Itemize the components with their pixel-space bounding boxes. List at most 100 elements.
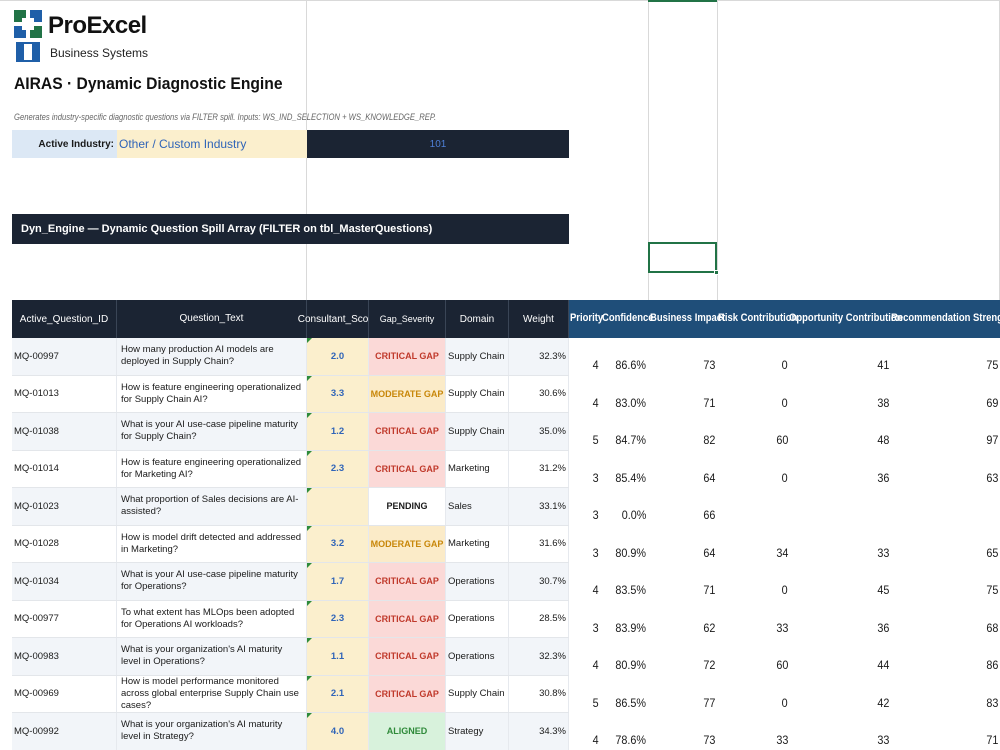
cell-risk-contribution[interactable]: 0 bbox=[782, 583, 788, 597]
cell-gap-severity[interactable]: CRITICAL GAP bbox=[369, 413, 446, 450]
cell-weight[interactable]: 31.2% bbox=[509, 450, 569, 487]
cell-question-text[interactable]: What is your AI use-case pipeline maturi… bbox=[117, 563, 307, 600]
cell-consultant-score[interactable]: 2.1 bbox=[307, 675, 369, 712]
metrics-row[interactable]: 4 78.6% 73 33 33 71 bbox=[569, 713, 1000, 750]
cell-gap-severity[interactable]: CRITICAL GAP bbox=[369, 675, 446, 712]
cell-business-impact[interactable]: 71 bbox=[703, 396, 715, 410]
cell-question-id[interactable]: MQ-00977 bbox=[12, 600, 117, 637]
cell-question-id[interactable]: MQ-00997 bbox=[12, 338, 117, 375]
cell-consultant-score[interactable]: 3.3 bbox=[307, 375, 369, 412]
cell-priority[interactable]: 5 bbox=[593, 433, 599, 447]
cell-priority[interactable]: 4 bbox=[593, 358, 599, 372]
cell-question-text[interactable]: To what extent has MLOps been adopted fo… bbox=[117, 600, 307, 637]
cell-gap-severity[interactable]: CRITICAL GAP bbox=[369, 600, 446, 637]
fill-handle[interactable] bbox=[714, 270, 719, 275]
cell-consultant-score[interactable]: 4.0 bbox=[307, 713, 369, 750]
cell-confidence[interactable]: 0.0% bbox=[621, 508, 646, 522]
cell-question-id[interactable]: MQ-00992 bbox=[12, 713, 117, 750]
metrics-row[interactable]: 4 86.6% 73 0 41 75 bbox=[569, 338, 1000, 376]
cell-priority[interactable]: 4 bbox=[593, 583, 599, 597]
metrics-row[interactable]: 3 80.9% 64 34 33 65 bbox=[569, 526, 1000, 564]
cell-opportunity-contribution[interactable]: 45 bbox=[877, 583, 889, 597]
cell-gap-severity[interactable]: MODERATE GAP bbox=[369, 525, 446, 562]
table-row[interactable]: MQ-00977 To what extent has MLOps been ad… bbox=[12, 600, 569, 638]
cell-risk-contribution[interactable]: 33 bbox=[776, 733, 788, 747]
header-recommendation-strength[interactable]: Recommendation Strength bbox=[891, 312, 1000, 324]
cell-priority[interactable]: 3 bbox=[593, 621, 599, 635]
cell-confidence[interactable]: 83.5% bbox=[615, 583, 646, 597]
cell-question-text[interactable]: What is your AI use-case pipeline maturi… bbox=[117, 413, 307, 450]
cell-recommendation-strength[interactable]: 97 bbox=[986, 433, 998, 447]
spill-array-banner[interactable]: Dyn_Engine — Dynamic Question Spill Arra… bbox=[12, 214, 569, 244]
cell-question-id[interactable]: MQ-00969 bbox=[12, 675, 117, 712]
cell-confidence[interactable]: 86.5% bbox=[615, 696, 646, 710]
cell-risk-contribution[interactable]: 0 bbox=[782, 358, 788, 372]
cell-gap-severity[interactable]: CRITICAL GAP bbox=[369, 638, 446, 675]
table-row[interactable]: MQ-00969 How is model performance monitor… bbox=[12, 675, 569, 713]
header-active-question-id[interactable]: Active_Question_ID bbox=[12, 300, 117, 338]
table-row[interactable]: MQ-01034 What is your AI use-case pipelin… bbox=[12, 563, 569, 601]
cell-priority[interactable]: 4 bbox=[593, 733, 599, 747]
cell-gap-severity[interactable]: CRITICAL GAP bbox=[369, 563, 446, 600]
cell-question-text[interactable]: How is feature engineering operationaliz… bbox=[117, 375, 307, 412]
cell-business-impact[interactable]: 64 bbox=[703, 546, 715, 560]
cell-opportunity-contribution[interactable]: 38 bbox=[877, 396, 889, 410]
cell-recommendation-strength[interactable]: 86 bbox=[986, 658, 998, 672]
header-domain[interactable]: Domain bbox=[446, 300, 509, 338]
metrics-row[interactable]: 3 85.4% 64 0 36 63 bbox=[569, 451, 1000, 489]
cell-opportunity-contribution[interactable]: 36 bbox=[877, 471, 889, 485]
metrics-row[interactable]: 3 0.0% 66 bbox=[569, 488, 1000, 526]
cell-risk-contribution[interactable]: 33 bbox=[776, 621, 788, 635]
cell-opportunity-contribution[interactable]: 42 bbox=[877, 696, 889, 710]
cell-opportunity-contribution[interactable]: 48 bbox=[877, 433, 889, 447]
cell-priority[interactable]: 3 bbox=[593, 508, 599, 522]
cell-business-impact[interactable]: 66 bbox=[703, 508, 715, 522]
cell-weight[interactable]: 34.3% bbox=[509, 713, 569, 750]
cell-domain[interactable]: Marketing bbox=[446, 450, 509, 487]
cell-domain[interactable]: Supply Chain bbox=[446, 413, 509, 450]
cell-priority[interactable]: 3 bbox=[593, 471, 599, 485]
active-industry-label[interactable]: Active Industry: bbox=[12, 130, 117, 158]
cell-risk-contribution[interactable]: 34 bbox=[776, 546, 788, 560]
cell-question-id[interactable]: MQ-01028 bbox=[12, 525, 117, 562]
cell-question-id[interactable]: MQ-01023 bbox=[12, 488, 117, 525]
cell-domain[interactable]: Sales bbox=[446, 488, 509, 525]
cell-recommendation-strength[interactable]: 63 bbox=[986, 471, 998, 485]
cell-risk-contribution[interactable]: 0 bbox=[782, 696, 788, 710]
cell-confidence[interactable]: 86.6% bbox=[615, 358, 646, 372]
table-row[interactable]: MQ-00983 What is your organization's AI m… bbox=[12, 638, 569, 676]
cell-confidence[interactable]: 80.9% bbox=[615, 546, 646, 560]
cell-business-impact[interactable]: 77 bbox=[703, 696, 715, 710]
cell-recommendation-strength[interactable]: 83 bbox=[986, 696, 998, 710]
cell-risk-contribution[interactable]: 0 bbox=[782, 396, 788, 410]
cell-confidence[interactable]: 83.9% bbox=[615, 621, 646, 635]
cell-question-id[interactable]: MQ-01038 bbox=[12, 413, 117, 450]
cell-business-impact[interactable]: 72 bbox=[703, 658, 715, 672]
cell-question-text[interactable]: What is your organization's AI maturity … bbox=[117, 713, 307, 750]
cell-domain[interactable]: Supply Chain bbox=[446, 375, 509, 412]
cell-priority[interactable]: 5 bbox=[593, 696, 599, 710]
cell-domain[interactable]: Supply Chain bbox=[446, 675, 509, 712]
cell-business-impact[interactable]: 82 bbox=[703, 433, 715, 447]
cell-question-id[interactable]: MQ-01013 bbox=[12, 375, 117, 412]
cell-recommendation-strength[interactable]: 65 bbox=[986, 546, 998, 560]
selected-cell[interactable] bbox=[648, 242, 719, 275]
cell-question-text[interactable]: How is model drift detected and addresse… bbox=[117, 525, 307, 562]
cell-question-text[interactable]: What proportion of Sales decisions are A… bbox=[117, 488, 307, 525]
cell-business-impact[interactable]: 71 bbox=[703, 583, 715, 597]
cell-gap-severity[interactable]: ALIGNED bbox=[369, 713, 446, 750]
cell-opportunity-contribution[interactable]: 33 bbox=[877, 546, 889, 560]
cell-consultant-score[interactable]: 2.3 bbox=[307, 600, 369, 637]
cell-consultant-score[interactable]: 1.1 bbox=[307, 638, 369, 675]
cell-recommendation-strength[interactable]: 75 bbox=[986, 583, 998, 597]
cell-risk-contribution[interactable]: 60 bbox=[776, 433, 788, 447]
metrics-row[interactable]: 5 86.5% 77 0 42 83 bbox=[569, 676, 1000, 714]
cell-gap-severity[interactable]: MODERATE GAP bbox=[369, 375, 446, 412]
table-row[interactable]: MQ-01023 What proportion of Sales decisio… bbox=[12, 488, 569, 526]
table-row[interactable]: MQ-00992 What is your organization's AI m… bbox=[12, 713, 569, 750]
cell-confidence[interactable]: 85.4% bbox=[615, 471, 646, 485]
cell-opportunity-contribution[interactable]: 36 bbox=[877, 621, 889, 635]
metrics-row[interactable]: 4 83.5% 71 0 45 75 bbox=[569, 563, 1000, 601]
cell-recommendation-strength[interactable]: 71 bbox=[986, 733, 998, 747]
table-row[interactable]: MQ-01028 How is model drift detected and … bbox=[12, 525, 569, 563]
